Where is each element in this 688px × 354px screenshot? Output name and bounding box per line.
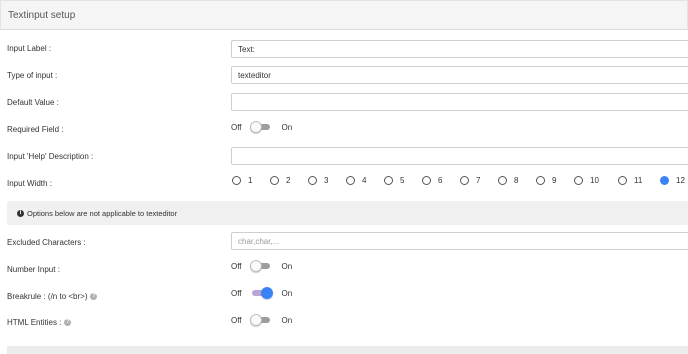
html-entities-label-wrap: HTML Entities :? xyxy=(7,318,72,327)
width-radio-4[interactable]: 4 xyxy=(346,176,366,185)
width-radio-11[interactable]: 11 xyxy=(618,176,642,185)
number-input-toggle[interactable] xyxy=(249,260,272,272)
html-entities-off-label: Off xyxy=(231,315,242,325)
default-value-label: Default Value : xyxy=(7,98,59,107)
next-section-strip xyxy=(7,346,688,354)
width-radio-3[interactable]: 3 xyxy=(308,176,328,185)
default-value-field[interactable] xyxy=(231,93,688,111)
width-radio-5[interactable]: 5 xyxy=(384,176,404,185)
excluded-characters-field[interactable] xyxy=(231,232,688,250)
width-radio-2[interactable]: 2 xyxy=(270,176,290,185)
breakrule-label: Breakrule : (/n to <br>) xyxy=(7,292,88,301)
help-description-field[interactable] xyxy=(231,147,688,165)
help-icon[interactable]: ? xyxy=(64,319,72,327)
width-radio-6[interactable]: 6 xyxy=(422,176,442,185)
number-input-off-label: Off xyxy=(231,261,242,271)
html-entities-toggle-group: Off On xyxy=(231,314,292,326)
html-entities-on-label: On xyxy=(281,315,293,325)
width-radio-12[interactable]: 12 xyxy=(660,176,685,185)
type-of-input-label: Type of input : xyxy=(7,71,58,80)
width-radio-1[interactable]: 1 xyxy=(232,176,252,185)
input-label-label: Input Label : xyxy=(7,44,52,53)
required-field-label: Required Field : xyxy=(7,125,64,134)
width-radio-9[interactable]: 9 xyxy=(536,176,556,185)
breakrule-off-label: Off xyxy=(231,288,242,298)
width-radio-8[interactable]: 8 xyxy=(498,176,518,185)
required-field-toggle[interactable] xyxy=(249,121,272,133)
input-label-field[interactable] xyxy=(231,40,688,58)
width-radio-7[interactable]: 7 xyxy=(460,176,480,185)
required-field-toggle-group: Off On xyxy=(231,121,292,133)
type-of-input-select[interactable]: texteditor xyxy=(231,66,688,84)
info-icon: i xyxy=(17,209,24,217)
number-input-label: Number Input : xyxy=(7,265,60,274)
help-icon[interactable]: ? xyxy=(90,293,98,301)
number-input-on-label: On xyxy=(281,261,293,271)
width-radio-10[interactable]: 10 xyxy=(574,176,599,185)
panel-title: Textinput setup xyxy=(8,10,76,21)
breakrule-on-label: On xyxy=(281,288,293,298)
required-field-off-label: Off xyxy=(231,122,242,132)
number-input-toggle-group: Off On xyxy=(231,260,292,272)
breakrule-toggle-group: Off On xyxy=(231,287,292,299)
excluded-characters-label: Excluded Characters : xyxy=(7,238,86,247)
notice-text: Options below are not applicable to text… xyxy=(27,208,178,218)
input-width-label: Input Width : xyxy=(7,179,52,188)
required-field-on-label: On xyxy=(281,122,293,132)
texteditor-notice: i Options below are not applicable to te… xyxy=(7,201,688,225)
breakrule-toggle[interactable] xyxy=(250,287,273,299)
html-entities-toggle[interactable] xyxy=(249,314,272,326)
help-description-label: Input 'Help' Description : xyxy=(7,152,94,161)
html-entities-label: HTML Entities : xyxy=(7,318,62,327)
breakrule-label-wrap: Breakrule : (/n to <br>)? xyxy=(7,292,98,301)
panel-header: Textinput setup xyxy=(0,0,688,30)
type-of-input-value: texteditor xyxy=(238,70,271,80)
